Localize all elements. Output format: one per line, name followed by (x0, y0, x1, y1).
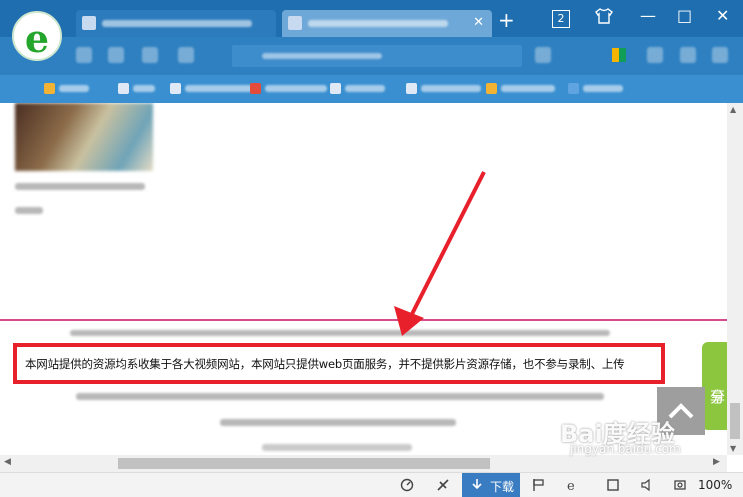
address-bar[interactable] (232, 45, 522, 67)
extension-icon-2[interactable] (647, 47, 663, 63)
footer-badges-blurred (262, 444, 412, 451)
status-bar: 下载 e 100% (0, 472, 743, 497)
bookmark-item[interactable] (170, 83, 253, 95)
screenshot-icon[interactable] (673, 478, 687, 495)
bookmark-item[interactable] (44, 83, 89, 95)
download-label: 下载 (490, 480, 515, 494)
video-title-blurred[interactable] (15, 183, 145, 190)
flag-icon[interactable] (532, 478, 546, 495)
window-icon[interactable] (606, 478, 620, 495)
footer-divider (0, 319, 727, 321)
settings-icon[interactable] (712, 47, 728, 63)
tab-title-blurred (308, 20, 448, 27)
share-label-2: 享 (710, 388, 726, 406)
annotation-arrow-icon (394, 171, 486, 336)
scroll-right-icon[interactable]: ▶ (713, 457, 720, 467)
skin-icon[interactable] (595, 8, 613, 28)
new-tab-button[interactable]: + (498, 10, 515, 30)
share-button[interactable]: 分享 (702, 342, 727, 430)
maximize-button[interactable]: □ (677, 6, 692, 25)
tab-1[interactable] (76, 10, 276, 37)
scroll-down-icon[interactable]: ▼ (730, 444, 736, 453)
highlighted-notice: 本网站提供的资源均系收集于各大视频网站，本网站只提供web页面服务，并不提供影片… (13, 343, 665, 384)
horizontal-scroll-thumb[interactable] (118, 458, 490, 469)
vertical-scrollbar[interactable]: ▲ ▼ (727, 103, 743, 455)
title-bar: ✕ + 2 — □ ✕ (0, 0, 743, 37)
bookmark-item[interactable] (330, 83, 385, 95)
video-meta-blurred (15, 207, 43, 214)
zoom-level[interactable]: 100% (698, 478, 732, 492)
footer-copyright-blurred (220, 419, 456, 426)
refresh-icon[interactable] (142, 47, 158, 63)
tab-favicon (82, 16, 96, 30)
minimize-button[interactable]: — (640, 6, 656, 25)
menu-icon[interactable] (680, 47, 696, 63)
bookmark-item[interactable] (486, 83, 555, 95)
footer-disclaimer-blurred (76, 393, 604, 400)
video-thumbnail[interactable] (15, 103, 153, 171)
toolbar (0, 37, 743, 75)
volume-icon[interactable] (640, 478, 654, 495)
bookmark-item[interactable] (118, 83, 155, 95)
vertical-scroll-thumb[interactable] (730, 403, 740, 439)
footer-links-blurred (70, 330, 610, 336)
tab-title-blurred (102, 20, 252, 27)
scroll-up-icon[interactable]: ▲ (730, 105, 736, 114)
browser-logo[interactable]: e (12, 11, 62, 61)
page-content: 本网站提供的资源均系收集于各大视频网站，本网站只提供web页面服务，并不提供影片… (0, 103, 727, 455)
ie-icon[interactable]: e (565, 478, 579, 495)
home-icon[interactable] (178, 47, 194, 63)
notice-text: 本网站提供的资源均系收集于各大视频网站，本网站只提供web页面服务，并不提供影片… (25, 357, 625, 371)
scroll-left-icon[interactable]: ◀ (4, 457, 11, 467)
bookmark-item[interactable] (568, 83, 623, 95)
tools-icon[interactable] (436, 478, 450, 495)
svg-text:e: e (567, 479, 575, 492)
tab-favicon (288, 16, 302, 30)
forward-icon[interactable] (108, 47, 124, 63)
horizontal-scrollbar[interactable]: ◀ ▶ (0, 455, 727, 472)
search-engine-icon[interactable] (535, 47, 551, 63)
download-button[interactable]: 下载 (462, 473, 520, 497)
tab-count-badge[interactable]: 2 (552, 10, 570, 28)
tab-2-active[interactable]: ✕ (282, 10, 492, 37)
extension-icon[interactable] (612, 48, 626, 62)
download-icon (472, 479, 482, 490)
tab-close-icon[interactable]: ✕ (473, 15, 484, 30)
bookmark-item[interactable] (250, 83, 327, 95)
bookmark-item[interactable] (406, 83, 481, 95)
speed-icon[interactable] (400, 478, 414, 495)
bookmarks-bar (0, 75, 743, 103)
close-window-button[interactable]: ✕ (716, 6, 729, 25)
back-icon[interactable] (76, 47, 92, 63)
watermark-url: jingyan.baidu.com (570, 442, 681, 456)
address-text-blurred (262, 53, 382, 59)
